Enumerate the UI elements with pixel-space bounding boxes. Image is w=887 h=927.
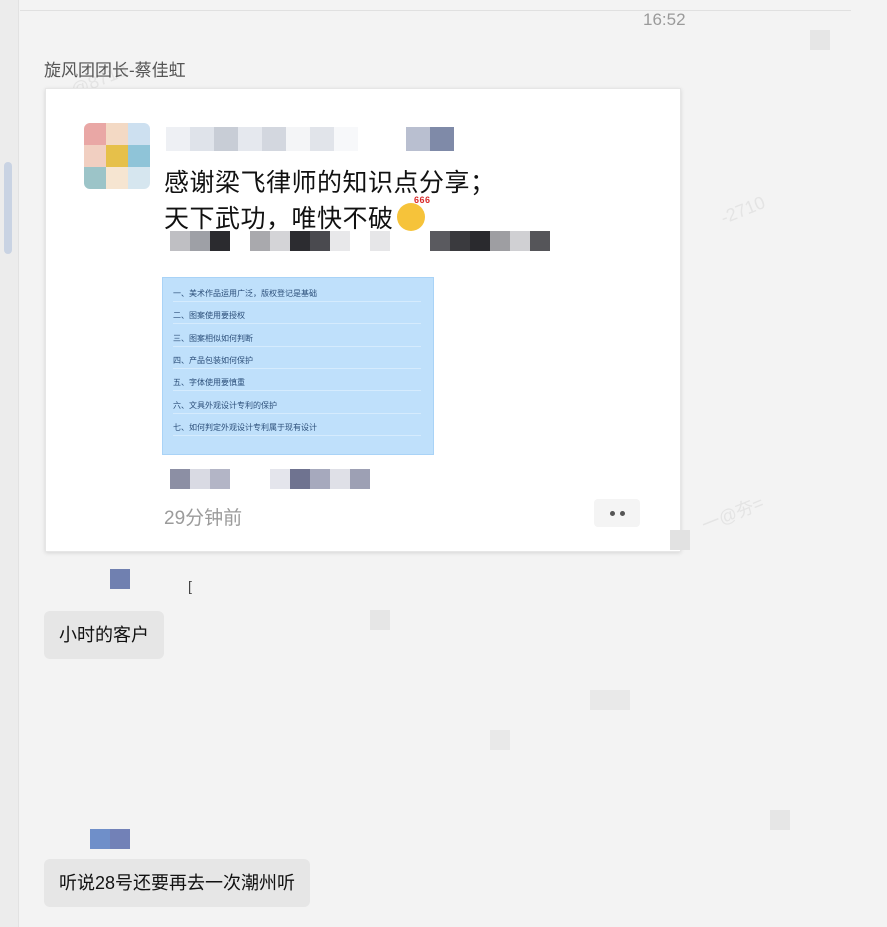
blur-artifact — [490, 730, 510, 750]
course-outline-image[interactable]: 一、美术作品运用广泛，版权登记是基础 二、图案使用要授权 三、图案相似如何判断 … — [162, 277, 434, 455]
blur-artifact — [770, 810, 790, 830]
blur-artifact — [810, 30, 830, 50]
outline-item: 六、文具外观设计专利的保护 — [173, 400, 421, 414]
outline-item: 四、产品包装如何保护 — [173, 355, 421, 369]
post-text-line-2: 天下武功，唯快不破 — [164, 195, 431, 235]
message-timestamp: 16:52 — [643, 10, 686, 29]
poster-avatar[interactable] — [84, 123, 150, 189]
outline-item: 五、字体使用要慎重 — [173, 377, 421, 391]
left-panel-edge — [0, 0, 19, 927]
blurred-avatar — [90, 829, 110, 849]
outline-item: 二、图案使用要授权 — [173, 310, 421, 324]
blurred-text-row — [170, 469, 370, 489]
more-dots-icon — [619, 510, 625, 516]
outline-item: 七、如何判定外观设计专利属于现有设计 — [173, 422, 421, 436]
watermark: 一@夯= — [698, 492, 767, 536]
more-dots-icon — [609, 510, 615, 516]
face-666-emoji-icon — [396, 195, 431, 231]
blurred-avatar — [110, 829, 130, 849]
chat-message-bubble[interactable]: 小时的客户 — [44, 611, 164, 659]
chat-message-bubble[interactable]: 听说28号还要再去一次潮州听 — [44, 859, 311, 907]
bracket-glyph: [ — [188, 578, 192, 594]
blurred-text-row — [170, 231, 550, 251]
blur-artifact — [370, 610, 390, 630]
watermark: -2710 — [717, 192, 768, 228]
blurred-avatar — [110, 569, 130, 589]
post-time: 29分钟前 — [164, 508, 243, 529]
blur-artifact — [590, 690, 630, 710]
post-text-line-2-text: 天下武功，唯快不破 — [164, 205, 394, 233]
outline-item: 三、图案相似如何判断 — [173, 333, 421, 347]
more-options-button[interactable] — [594, 499, 640, 527]
poster-name-blurred — [166, 127, 454, 151]
post-text-line-1: 感谢梁飞律师的知识点分享； — [164, 169, 496, 197]
divider — [20, 10, 851, 11]
blur-artifact — [670, 530, 690, 550]
moment-share-card[interactable]: 感谢梁飞律师的知识点分享； 天下武功，唯快不破 一、美术作品运用广泛，版权登记是… — [45, 88, 681, 552]
scrollbar-thumb[interactable] — [4, 162, 12, 254]
outline-item: 一、美术作品运用广泛，版权登记是基础 — [173, 288, 421, 302]
